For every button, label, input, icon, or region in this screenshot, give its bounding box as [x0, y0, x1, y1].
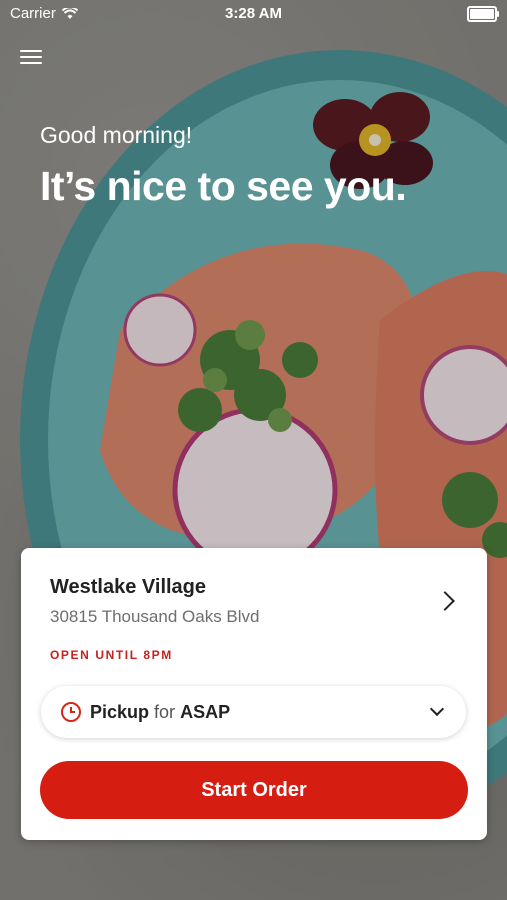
- greeting-text: Good morning!: [40, 122, 193, 148]
- store-name: Westlake Village: [50, 576, 207, 598]
- order-time-label: ASAP: [180, 701, 231, 722]
- order-card: Westlake Village 30815 Thousand Oaks Blv…: [21, 548, 487, 840]
- pickup-time-selector[interactable]: Pickup for ASAP: [41, 686, 466, 738]
- start-order-button[interactable]: Start Order: [40, 761, 468, 819]
- clock-time: 3:28 AM: [225, 5, 282, 22]
- status-bar: Carrier 3:28 AM: [0, 0, 507, 28]
- order-mode-label: Pickup: [90, 701, 150, 722]
- battery-icon: [467, 6, 499, 22]
- hamburger-menu-icon[interactable]: [20, 48, 42, 66]
- chevron-down-icon: [429, 701, 445, 717]
- headline-text: It’s nice to see you.: [40, 163, 407, 209]
- order-mode-connector: for: [154, 701, 176, 722]
- store-address: 30815 Thousand Oaks Blvd: [50, 607, 260, 626]
- store-hours-status: OPEN UNTIL 8PM: [50, 648, 173, 662]
- store-selector[interactable]: Westlake Village 30815 Thousand Oaks Blv…: [50, 576, 467, 636]
- clock-icon: [61, 702, 81, 722]
- pickup-summary: Pickup for ASAP: [90, 702, 230, 723]
